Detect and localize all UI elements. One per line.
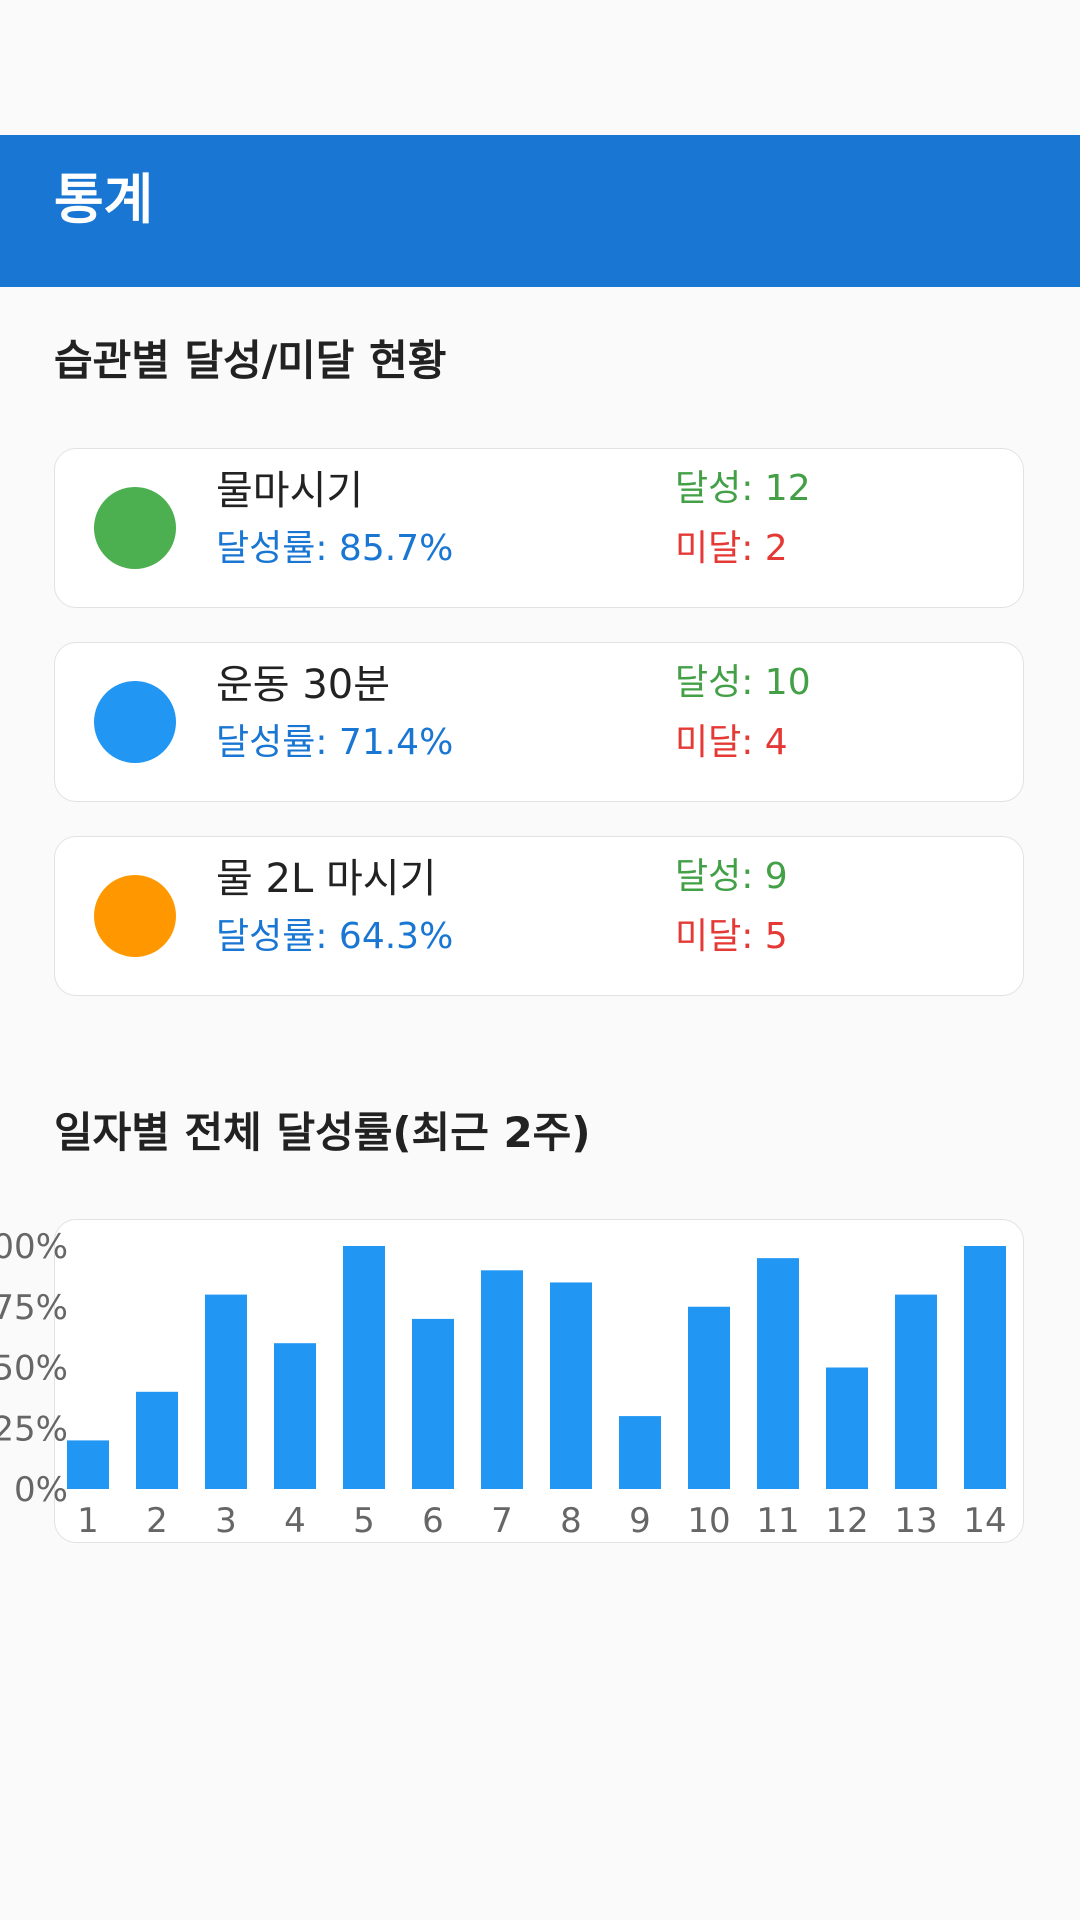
habit-done-count: 달성: 12 bbox=[675, 468, 811, 509]
chart-bar bbox=[757, 1258, 799, 1489]
chart-bar bbox=[136, 1391, 178, 1489]
daily-rate-bar-chart: 0%25%50%75%100%1234567891011121314 bbox=[0, 1227, 1007, 1541]
habit-rate: 달성률: 85.7% bbox=[216, 528, 454, 569]
app-bar: 통계 bbox=[0, 135, 1080, 287]
chart-bar bbox=[895, 1294, 937, 1489]
y-tick-label: 100% bbox=[0, 1227, 68, 1267]
y-tick-label: 50% bbox=[0, 1349, 68, 1389]
habit-done-count: 달성: 10 bbox=[675, 662, 811, 703]
chart-bar bbox=[688, 1306, 730, 1489]
habit-name: 운동 30분 bbox=[216, 662, 391, 708]
page-title: 통계 bbox=[54, 168, 154, 231]
x-tick-label: 8 bbox=[560, 1501, 582, 1541]
x-tick-label: 12 bbox=[825, 1501, 868, 1541]
chart-bar bbox=[481, 1270, 523, 1489]
x-tick-label: 9 bbox=[629, 1501, 651, 1541]
habit-card[interactable]: 물마시기 달성률: 85.7% 달성: 12 미달: 2 bbox=[54, 448, 1024, 608]
chart-section-title: 일자별 전체 달성률(최근 2주) bbox=[54, 1108, 591, 1157]
habit-miss-count: 미달: 2 bbox=[675, 528, 788, 569]
habit-done-count: 달성: 9 bbox=[675, 856, 788, 897]
habit-card[interactable]: 운동 30분 달성률: 71.4% 달성: 10 미달: 4 bbox=[54, 642, 1024, 802]
chart-bar bbox=[826, 1367, 868, 1489]
habit-name: 물 2L 마시기 bbox=[216, 856, 437, 902]
habit-color-dot bbox=[94, 681, 176, 763]
habit-color-dot bbox=[94, 875, 176, 957]
x-tick-label: 13 bbox=[894, 1501, 937, 1541]
habit-rate: 달성률: 71.4% bbox=[216, 722, 454, 763]
chart-bar bbox=[619, 1416, 661, 1489]
habit-miss-count: 미달: 4 bbox=[675, 722, 788, 763]
y-tick-label: 0% bbox=[14, 1470, 68, 1510]
x-tick-label: 4 bbox=[284, 1501, 306, 1541]
x-tick-label: 14 bbox=[963, 1501, 1006, 1541]
habit-miss-count: 미달: 5 bbox=[675, 916, 788, 957]
chart-bar bbox=[274, 1343, 316, 1489]
chart-bar bbox=[343, 1246, 385, 1489]
habits-section-title: 습관별 달성/미달 현황 bbox=[54, 336, 447, 385]
habit-color-dot bbox=[94, 487, 176, 569]
y-tick-label: 75% bbox=[0, 1288, 68, 1328]
x-tick-label: 3 bbox=[215, 1501, 237, 1541]
x-tick-label: 2 bbox=[146, 1501, 168, 1541]
x-tick-label: 5 bbox=[353, 1501, 375, 1541]
x-tick-label: 7 bbox=[491, 1501, 513, 1541]
chart-bar bbox=[550, 1282, 592, 1489]
habit-name: 물마시기 bbox=[216, 468, 364, 514]
y-tick-label: 25% bbox=[0, 1409, 68, 1449]
x-tick-label: 11 bbox=[756, 1501, 799, 1541]
x-tick-label: 10 bbox=[687, 1501, 730, 1541]
chart-bar bbox=[205, 1294, 247, 1489]
habit-card[interactable]: 물 2L 마시기 달성률: 64.3% 달성: 9 미달: 5 bbox=[54, 836, 1024, 996]
x-tick-label: 6 bbox=[422, 1501, 444, 1541]
chart-bar bbox=[412, 1318, 454, 1489]
habit-rate: 달성률: 64.3% bbox=[216, 916, 454, 957]
chart-bar bbox=[67, 1440, 109, 1489]
x-tick-label: 1 bbox=[77, 1501, 99, 1541]
chart-bar bbox=[964, 1246, 1006, 1489]
